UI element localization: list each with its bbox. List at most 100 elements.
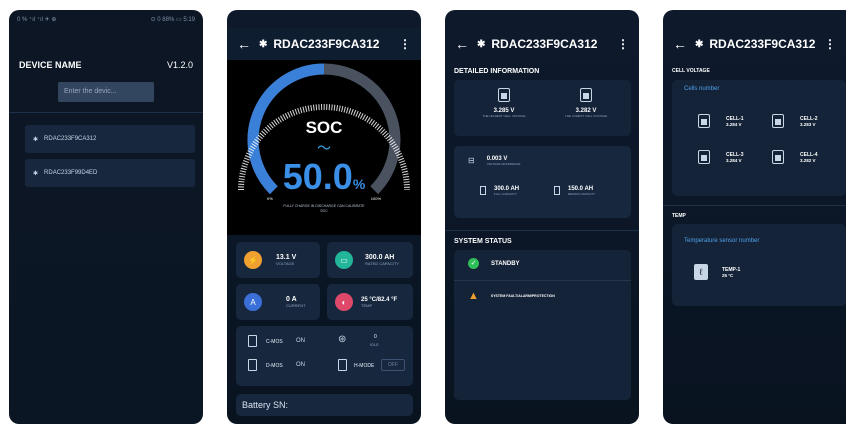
battery-icon (698, 150, 710, 164)
device-title: RDAC233F9CA312 (709, 37, 816, 51)
cell-value: 3.283 V (800, 121, 816, 127)
device-name-title: DEVICE NAME (19, 60, 82, 70)
temp-value: 25 °C/82.4 °F (361, 296, 398, 303)
device-item-1[interactable]: ✱ RDAC233F9CA312 (25, 125, 195, 153)
device-title: RDAC233F9CA312 (273, 37, 380, 51)
back-arrow-icon[interactable]: ← (237, 36, 259, 52)
back-arrow-icon[interactable]: ← (455, 36, 477, 52)
top-bar: ← ✱ RDAC233F9CA312 ⋮ (663, 28, 846, 60)
divider (445, 230, 639, 231)
idle-icon: ⊛ (338, 334, 347, 345)
soc-value: 50.0 (282, 156, 353, 197)
status-bar (227, 10, 421, 28)
more-menu-icon[interactable]: ⋮ (824, 37, 836, 51)
device-list-screen: 0 % ⁺ıl ⁺ıl ✈ ⊕ ⊙ 0 88% ▭ 5:19 DEVICE NA… (9, 10, 203, 424)
gauge-min-label: 0% (267, 196, 273, 201)
fault-label: SYSTEM FAULT/ALARM/PROTECTION (490, 294, 555, 298)
bluetooth-icon: ✱ (33, 170, 39, 177)
device-item-label: RDAC233F9CA312 (44, 136, 97, 142)
top-bar: ← ✱ RDAC233F9CA312 ⋮ (445, 28, 639, 60)
voltage-card: ⚡ 13.1 V VOLTAGE (236, 242, 320, 278)
capacity-info-card: ⊟ 0.003 V VOLTAGE DIFFERENCE 300.0 AH FULL… (454, 146, 631, 218)
status-divider (454, 280, 631, 281)
temp-label: TEMP (361, 302, 373, 308)
battery-icon (772, 150, 784, 164)
voltage-diff-icon: ⊟ (468, 156, 475, 165)
search-placeholder: Enter the devic... (64, 88, 117, 95)
current-card: A 0 A CURRENT (236, 284, 320, 320)
temp-sensor-item: ℓ TEMP-1 25 °C (694, 264, 740, 280)
temp-card: Temperature sensor number ℓ TEMP-1 25 °C (672, 224, 846, 306)
status-left: 0 % ⁺ıl ⁺ıl ✈ ⊕ (17, 16, 57, 23)
hmode-toggle[interactable]: OFF (381, 359, 405, 371)
device-header: DEVICE NAME V1.2.0 (9, 60, 203, 70)
cmos-label: C-MOS (266, 339, 283, 345)
hmode-icon (338, 359, 347, 371)
device-item-2[interactable]: ✱ RDAC233F99D4ED (25, 159, 195, 187)
cell-item: CELL-2 3.283 V (772, 114, 818, 128)
voltage-diff-label: VOLTAGE DIFFERENCE (486, 162, 521, 166)
capacity-icon: ▭ (335, 251, 353, 269)
bluetooth-icon: ✱ (695, 38, 704, 50)
system-status-title: SYSTEM STATUS (454, 238, 512, 245)
battery-sn-bar: Battery SN: (236, 394, 413, 416)
temp-sensor-value: 25 °C (722, 272, 734, 278)
detail-screen: ← ✱ RDAC233F9CA312 ⋮ DETAILED INFORMATIO… (445, 10, 639, 424)
battery-icon (698, 114, 710, 128)
detailed-info-title: DETAILED INFORMATION (454, 68, 540, 75)
divider (663, 205, 846, 206)
temp-sensor-name: TEMP-1 (722, 266, 741, 273)
voltage-label: VOLTAGE (276, 261, 295, 266)
current-value: 0 A (286, 296, 297, 303)
soc-label: SOC (305, 118, 343, 137)
more-menu-icon[interactable]: ⋮ (617, 37, 629, 51)
status-right: ⊙ 0 88% ▭ 5:19 (150, 16, 195, 23)
capacity-card: ▭ 300.0 AH RATED CAPACITY (327, 242, 413, 278)
divider (9, 112, 203, 113)
back-arrow-icon[interactable]: ← (673, 36, 695, 52)
battery-sn-label: Battery SN: (242, 400, 289, 410)
highest-cell-label: THE HIGHEST CELL VOLTAGE (482, 114, 526, 118)
more-menu-icon[interactable]: ⋮ (399, 37, 411, 51)
cmos-icon (248, 335, 257, 347)
temp-card: ◐ 25 °C/82.4 °F TEMP (327, 284, 413, 320)
cell-voltage-title: CELL VOLTAGE (672, 68, 710, 74)
standby-label: STANDBY (491, 260, 520, 267)
cell-name: CELL-2 (800, 115, 818, 122)
cell-extremes-card: 3.285 V THE HIGHEST CELL VOLTAGE 3.282 V… (454, 80, 631, 136)
current-label: CURRENT (286, 303, 306, 308)
bluetooth-icon: ✱ (33, 136, 39, 143)
cell-name: CELL-3 (726, 151, 744, 158)
current-icon: A (244, 293, 262, 311)
idle-label: IDLE (370, 342, 379, 347)
lowest-cell-label: THE LOWEST CELL VOLTAGE (564, 114, 608, 118)
soc-gauge-area: SOC 〜 50.0% 0% 100% FULLY CHARGE IN DISC… (227, 60, 421, 235)
soc-unit: % (352, 176, 366, 192)
status-bar: 0 % ⁺ıl ⁺ıl ✈ ⊕ ⊙ 0 88% ▭ 5:19 (9, 10, 203, 28)
cell-value: 3.284 V (726, 121, 742, 127)
dmos-label: D-MOS (266, 363, 283, 369)
gauge-max-label: 100% (370, 196, 381, 201)
version-label: V1.2.0 (166, 60, 193, 70)
bluetooth-icon: ✱ (477, 38, 486, 50)
cell-item: CELL-3 3.284 V (698, 150, 744, 164)
gauge-note: FULLY CHARGE IN DISCHARGE CAN CALIBRATE … (283, 204, 365, 213)
remain-capacity-icon (554, 186, 560, 195)
standby-row: ✓ STANDBY (468, 258, 520, 269)
cell-value: 3.282 V (800, 157, 816, 163)
temp-title: TEMP (672, 213, 686, 219)
capacity-label: RATED CAPACITY (365, 261, 400, 266)
full-capacity-icon (480, 186, 486, 195)
highest-cell-block: 3.285 V THE HIGHEST CELL VOLTAGE (472, 88, 536, 118)
battery-icon (498, 88, 510, 102)
dmos-state: ON (296, 362, 305, 368)
mos-card: C-MOS ON ⊛ 0 IDLE D-MOS ON H-MODE OFF (236, 326, 413, 386)
status-bar (445, 10, 639, 28)
cells-number-label: Cells number (684, 86, 720, 92)
cell-item: CELL-4 3.282 V (772, 150, 818, 164)
wave-icon: 〜 (317, 140, 331, 156)
search-input[interactable]: Enter the devic... (58, 82, 154, 102)
bluetooth-icon: ✱ (259, 38, 268, 50)
fault-row: ▲ SYSTEM FAULT/ALARM/PROTECTION (468, 290, 555, 302)
dashboard-screen: ← ✱ RDAC233F9CA312 ⋮ SOC 〜 50.0% 0% 100%… (227, 10, 421, 424)
